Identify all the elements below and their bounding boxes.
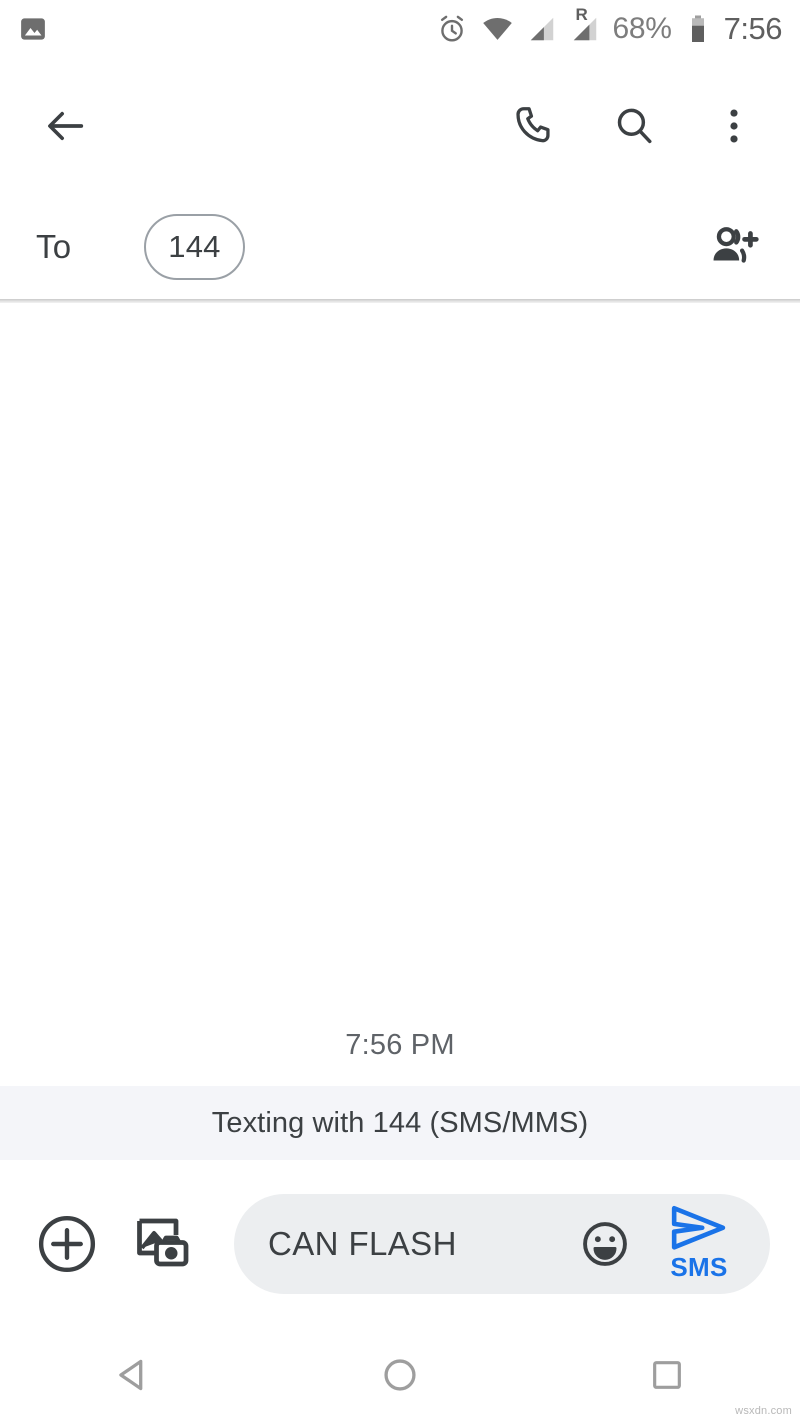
message-input[interactable]: CAN FLASH [268,1225,576,1263]
send-plane-icon [669,1205,729,1251]
watermark: wsxdn.com [735,1405,792,1417]
back-arrow-icon[interactable] [40,100,92,152]
status-bar-notifications [18,14,48,44]
messaging-app-screen: R 68% 7:56 [0,0,800,1422]
sms-mms-banner-label: Texting with 144 (SMS/MMS) [212,1107,589,1140]
phone-call-icon[interactable] [508,100,560,152]
status-bar: R 68% 7:56 [0,0,800,58]
nav-recents-square-icon[interactable] [533,1355,800,1395]
recipient-row: To 144 [0,193,800,300]
image-notification-icon [18,14,48,44]
signal-bars-roaming-icon: R [570,14,600,44]
message-input-container[interactable]: CAN FLASH SMS [234,1194,770,1294]
recipient-chip-144[interactable]: 144 [144,214,244,280]
conversation-thread: 7:56 PM [0,303,800,1086]
alarm-icon [436,13,468,45]
message-timestamp: 7:56 PM [0,1029,800,1062]
system-navigation-bar [0,1328,800,1422]
compose-bar: CAN FLASH SMS [0,1160,800,1328]
send-button[interactable]: SMS [656,1205,742,1283]
roaming-label: R [576,5,588,25]
emoji-smile-icon[interactable] [576,1215,634,1273]
nav-home-circle-icon[interactable] [267,1353,534,1397]
send-button-label: SMS [670,1252,727,1283]
search-icon[interactable] [608,100,660,152]
plus-circle-icon[interactable] [30,1207,104,1281]
sms-mms-banner: Texting with 144 (SMS/MMS) [0,1086,800,1160]
recipient-chip-label: 144 [168,229,220,265]
wifi-icon [481,13,514,46]
status-bar-indicators: R 68% 7:56 [436,11,783,47]
person-add-icon[interactable] [704,217,764,277]
image-camera-icon[interactable] [126,1207,200,1281]
signal-bars-icon [527,14,557,44]
to-label: To [36,228,71,266]
battery-icon [685,14,711,44]
more-vertical-icon[interactable] [708,100,760,152]
app-bar-actions [508,100,760,152]
app-bar [0,58,800,193]
battery-percent-label: 68% [613,12,672,46]
nav-back-triangle-icon[interactable] [0,1353,267,1397]
status-bar-clock: 7:56 [724,11,782,47]
